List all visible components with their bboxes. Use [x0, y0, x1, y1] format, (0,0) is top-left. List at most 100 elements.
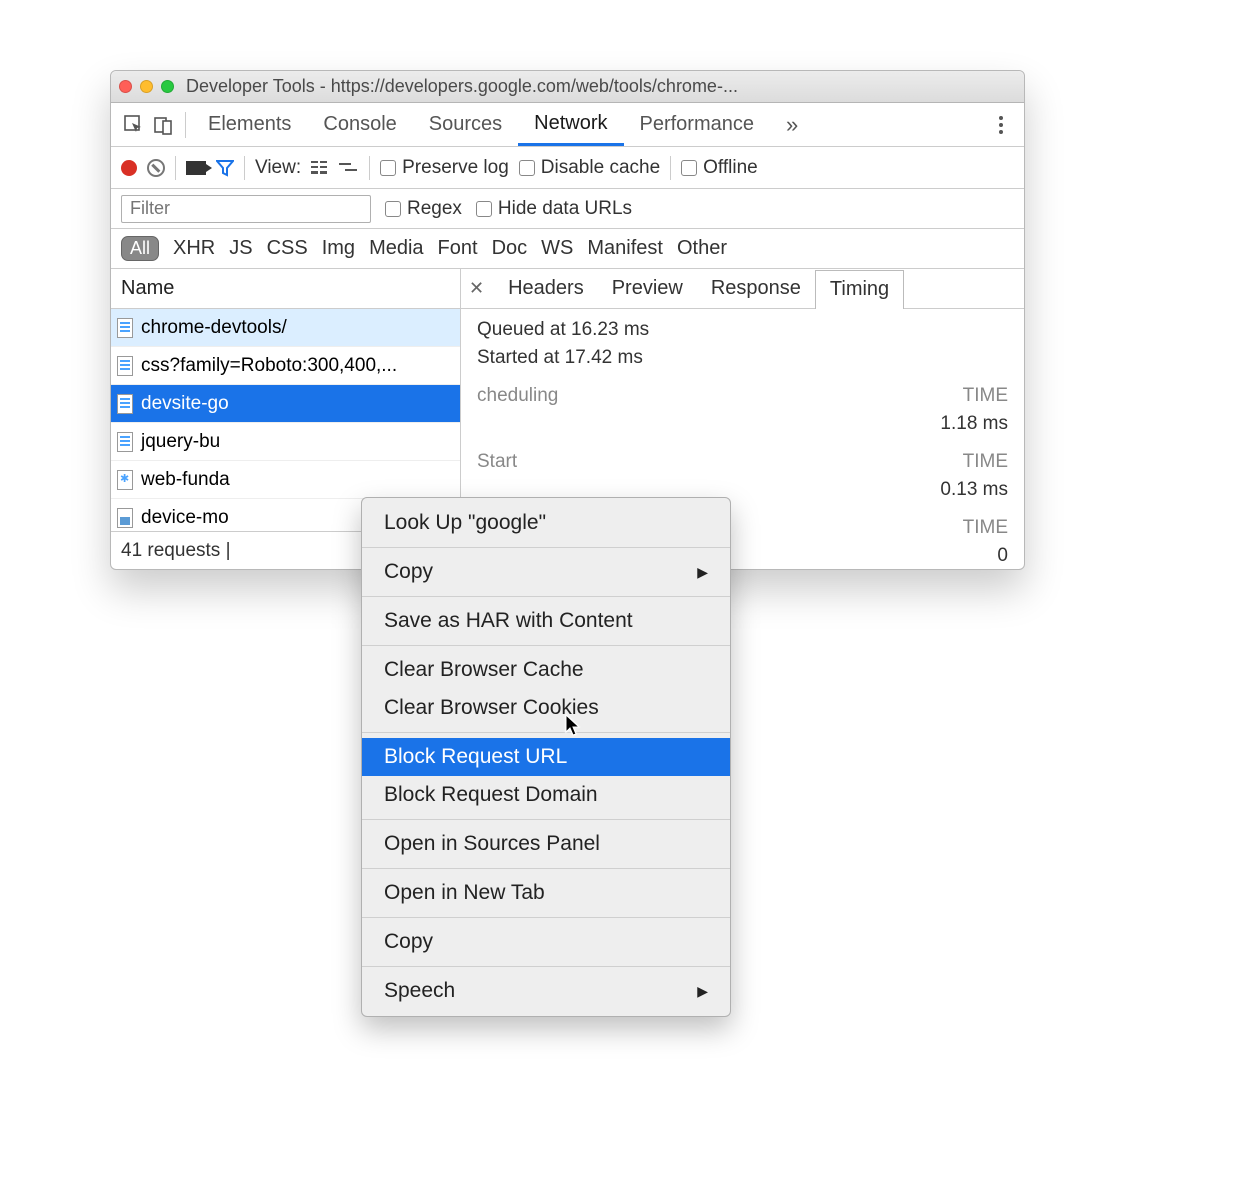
menu-divider [362, 645, 730, 646]
checkbox-icon [519, 160, 535, 176]
menu-divider [362, 596, 730, 597]
window-title: Developer Tools - https://developers.goo… [186, 76, 738, 97]
request-name: jquery-bu [141, 431, 220, 453]
filter-xhr-button[interactable]: XHR [173, 237, 215, 260]
request-row[interactable]: devsite-go [111, 385, 460, 423]
menu-divider [362, 819, 730, 820]
tab-performance[interactable]: Performance [624, 103, 771, 146]
filter-doc-button[interactable]: Doc [492, 237, 528, 260]
zoom-window-icon[interactable] [161, 80, 174, 93]
titlebar: Developer Tools - https://developers.goo… [111, 71, 1024, 103]
checkbox-icon [385, 201, 401, 217]
tab-network[interactable]: Network [518, 103, 623, 146]
file-icon [117, 508, 133, 528]
devtools-window: Developer Tools - https://developers.goo… [110, 70, 1025, 570]
request-row[interactable]: chrome-devtools/ [111, 309, 460, 347]
waterfall-icon[interactable] [339, 161, 359, 175]
detail-tab-preview[interactable]: Preview [598, 269, 697, 308]
separator [175, 156, 176, 180]
file-icon [117, 394, 133, 414]
close-detail-icon[interactable]: ✕ [469, 278, 484, 299]
filter-toggle-icon[interactable] [216, 159, 234, 177]
context-menu: Look Up "google"Copy▶Save as HAR with Co… [361, 497, 731, 1017]
file-icon [117, 356, 133, 376]
disable-cache-checkbox[interactable]: Disable cache [519, 157, 660, 179]
filter-row: Regex Hide data URLs [111, 189, 1024, 229]
filter-manifest-button[interactable]: Manifest [587, 237, 663, 260]
menu-item[interactable]: Clear Browser Cache [362, 651, 730, 689]
tab-sources[interactable]: Sources [413, 103, 518, 146]
file-icon [117, 432, 133, 452]
menu-item[interactable]: Copy [362, 923, 730, 961]
view-label: View: [255, 157, 301, 179]
menu-item[interactable]: Save as HAR with Content [362, 602, 730, 640]
submenu-arrow-icon: ▶ [697, 983, 708, 1000]
timing-section: StartTIME [477, 451, 1008, 473]
menu-item[interactable]: Block Request Domain [362, 776, 730, 814]
request-name: devsite-go [141, 393, 229, 415]
menu-item[interactable]: Copy▶ [362, 553, 730, 591]
request-name: device-mo [141, 507, 229, 529]
screenshots-icon[interactable] [186, 161, 206, 175]
filter-media-button[interactable]: Media [369, 237, 423, 260]
timing-value: 1.18 ms [477, 413, 1008, 435]
filter-ws-button[interactable]: WS [541, 237, 573, 260]
kebab-menu-icon[interactable] [986, 110, 1016, 140]
detail-tab-response[interactable]: Response [697, 269, 815, 308]
offline-checkbox[interactable]: Offline [681, 157, 758, 179]
filter-js-button[interactable]: JS [229, 237, 252, 260]
separator [670, 156, 671, 180]
timing-queued: Queued at 16.23 ms [477, 319, 1008, 341]
tab-elements[interactable]: Elements [192, 103, 307, 146]
request-row[interactable]: css?family=Roboto:300,400,... [111, 347, 460, 385]
filter-img-button[interactable]: Img [322, 237, 355, 260]
separator [244, 156, 245, 180]
minimize-window-icon[interactable] [140, 80, 153, 93]
file-icon [117, 318, 133, 338]
record-button-icon[interactable] [121, 160, 137, 176]
menu-divider [362, 732, 730, 733]
timing-section: chedulingTIME [477, 385, 1008, 407]
menu-item[interactable]: Open in Sources Panel [362, 825, 730, 863]
close-window-icon[interactable] [119, 80, 132, 93]
filter-input[interactable] [121, 195, 371, 223]
submenu-arrow-icon: ▶ [697, 564, 708, 581]
filter-font-button[interactable]: Font [438, 237, 478, 260]
checkbox-icon [476, 201, 492, 217]
regex-checkbox[interactable]: Regex [385, 198, 462, 220]
menu-divider [362, 868, 730, 869]
request-name: web-funda [141, 469, 230, 491]
file-icon [117, 470, 133, 490]
large-rows-icon[interactable] [311, 161, 329, 175]
menu-divider [362, 966, 730, 967]
hide-data-urls-checkbox[interactable]: Hide data URLs [476, 198, 632, 220]
checkbox-icon [380, 160, 396, 176]
request-name: css?family=Roboto:300,400,... [141, 355, 397, 377]
tabs-overflow-button[interactable]: » [770, 103, 814, 146]
device-toolbar-icon[interactable] [149, 110, 179, 140]
menu-item[interactable]: Speech▶ [362, 972, 730, 1010]
filter-all-button[interactable]: All [121, 236, 159, 261]
name-column-header[interactable]: Name [111, 269, 460, 309]
request-row[interactable]: web-funda [111, 461, 460, 499]
tab-console[interactable]: Console [307, 103, 412, 146]
menu-divider [362, 917, 730, 918]
filter-css-button[interactable]: CSS [267, 237, 308, 260]
menu-item[interactable]: Block Request URL [362, 738, 730, 776]
separator [369, 156, 370, 180]
window-controls [119, 80, 174, 93]
menu-item[interactable]: Open in New Tab [362, 874, 730, 912]
detail-tabs: ✕ HeadersPreviewResponseTiming [461, 269, 1024, 309]
inspect-element-icon[interactable] [119, 110, 149, 140]
type-filter-row: All XHR JS CSS Img Media Font Doc WS Manifest Oth… [111, 229, 1024, 269]
clear-button-icon[interactable] [147, 159, 165, 177]
request-row[interactable]: jquery-bu [111, 423, 460, 461]
menu-item[interactable]: Clear Browser Cookies [362, 689, 730, 727]
filter-other-button[interactable]: Other [677, 237, 727, 260]
network-toolbar: View: Preserve log Disable cache Offline [111, 147, 1024, 189]
timing-started: Started at 17.42 ms [477, 347, 1008, 369]
menu-item[interactable]: Look Up "google" [362, 504, 730, 542]
preserve-log-checkbox[interactable]: Preserve log [380, 157, 509, 179]
detail-tab-headers[interactable]: Headers [494, 269, 598, 308]
detail-tab-timing[interactable]: Timing [815, 270, 904, 309]
